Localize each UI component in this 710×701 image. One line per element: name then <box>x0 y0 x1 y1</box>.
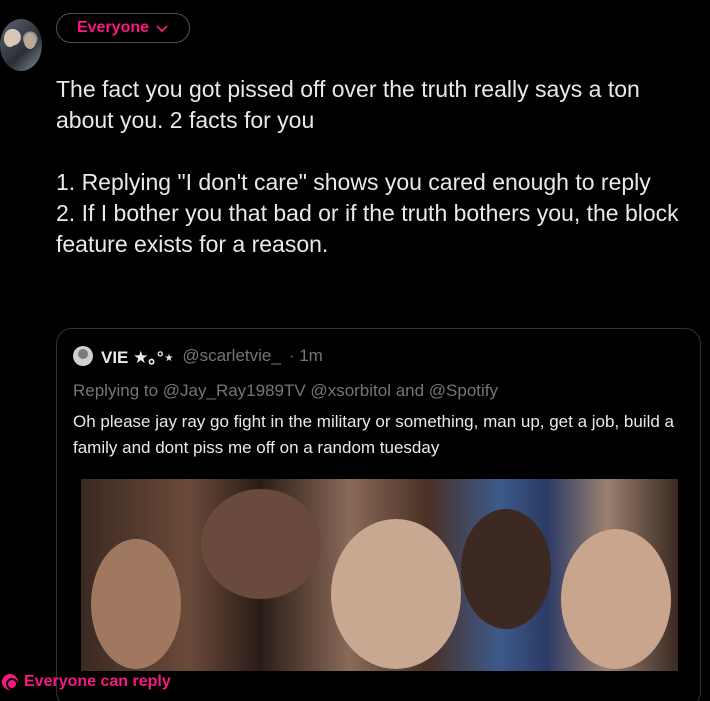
media-figure <box>461 509 551 629</box>
quoted-tweet-media[interactable] <box>81 479 678 671</box>
author-avatar[interactable] <box>0 19 42 71</box>
replying-to: Replying to @Jay_Ray1989TV @xsorbitol an… <box>73 381 499 400</box>
quoted-author-name[interactable]: VIE ★｡°⋆ <box>101 343 174 368</box>
avatar-face <box>4 31 16 47</box>
quoted-tweet-header: VIE ★｡°⋆ @scarletvie_ · 1m <box>73 343 323 368</box>
reply-setting-label: Everyone can reply <box>24 673 171 690</box>
tweet-text[interactable]: The fact you got pissed off over the tru… <box>56 74 701 260</box>
quoted-author-avatar[interactable] <box>73 345 93 366</box>
quoted-author-handle[interactable]: @scarletvie_ <box>182 346 281 366</box>
avatar-face <box>24 33 36 49</box>
tweet-paragraph: 2. If I bother you that bad or if the tr… <box>56 200 679 257</box>
quoted-tweet-time: · 1m <box>288 345 323 365</box>
at-sign-icon <box>2 674 18 690</box>
media-figure <box>91 539 181 669</box>
quoted-tweet[interactable]: VIE ★｡°⋆ @scarletvie_ · 1m Replying to @… <box>56 328 701 701</box>
media-figure <box>561 529 671 669</box>
tweet-paragraph: 1. Replying "I don't care" shows you car… <box>56 169 651 195</box>
media-figure <box>331 519 461 669</box>
audience-selector-button[interactable]: Everyone <box>56 13 190 43</box>
audience-label: Everyone <box>76 19 150 36</box>
tweet-paragraph: The fact you got pissed off over the tru… <box>56 76 640 133</box>
quoted-tweet-text: Oh please jay ray go fight in the milita… <box>73 412 674 457</box>
reply-setting[interactable]: Everyone can reply <box>2 673 171 691</box>
chevron-down-icon <box>156 25 168 33</box>
media-figure <box>201 489 321 599</box>
